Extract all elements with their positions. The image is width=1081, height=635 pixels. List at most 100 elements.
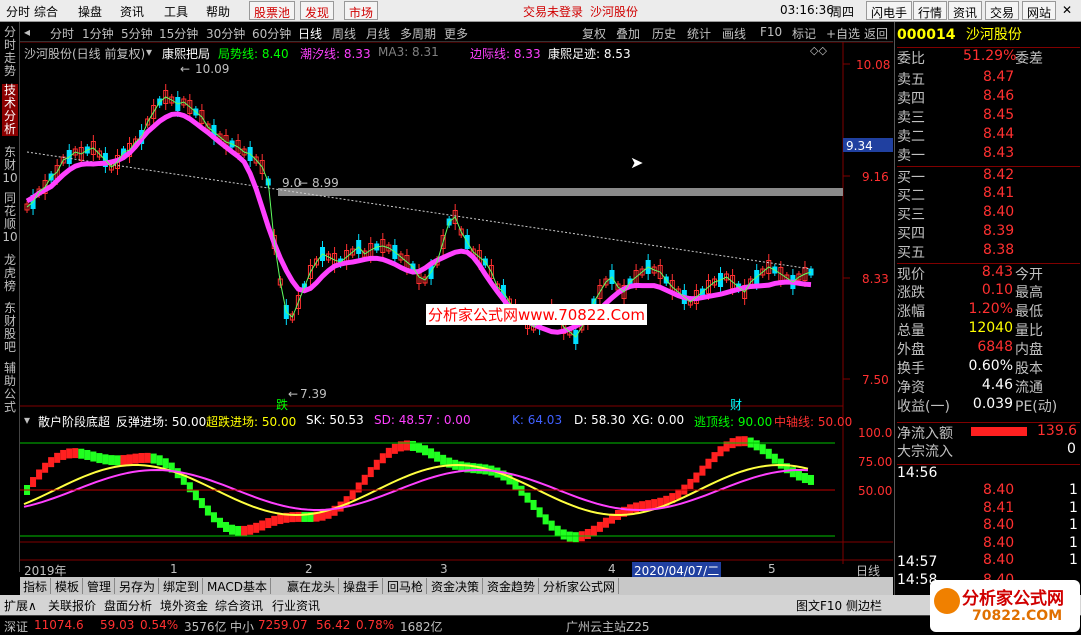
period-weekly[interactable]: 周线 [332,25,356,42]
menu-gongju[interactable]: 工具 [164,3,188,20]
ask-row[interactable]: 卖一 8.43 [897,145,1080,164]
status-related-quote[interactable]: 关联报价 [48,597,96,614]
menu-zixun[interactable]: 资讯 [120,3,144,20]
chart-area[interactable] [20,42,893,564]
trade-button[interactable]: 交易 [985,1,1020,20]
period-60min[interactable]: 60分钟 [252,25,291,42]
tab-longhubang[interactable]: 龙虎榜 [2,254,18,293]
sub-chart-title[interactable]: 散户阶段底超 [38,413,110,430]
tab-dongcai10[interactable]: 东财10 [2,146,18,185]
sub-bar [765,448,772,459]
indicator-tab[interactable]: MACD基本 [204,578,271,594]
website-button[interactable]: 网站 [1022,1,1057,20]
toolbar-history[interactable]: 历史 [652,25,676,42]
toolbar-draw[interactable]: 画线 [722,25,746,42]
index-name-2[interactable]: 中小 [230,618,254,635]
close-icon[interactable]: ✕ [1062,3,1072,17]
toolbar-overlay[interactable]: 叠加 [616,25,640,42]
mouse-cursor-icon: ➤ [630,153,644,172]
status-industry-news[interactable]: 行业资讯 [272,597,320,614]
tick-volume: 1 [1069,482,1078,498]
status-expand[interactable]: 扩展∧ [4,597,37,614]
bid-row[interactable]: 买二 8.41 [897,185,1080,204]
period-fenshi[interactable]: 分时 [50,25,74,42]
indicator-tab[interactable]: 资金决策 [428,578,484,594]
indicator-tab[interactable]: 模板 [52,578,84,594]
indicator-tab[interactable]: 资金趋势 [484,578,540,594]
status-foreign-funds[interactable]: 境外资金 [160,597,208,614]
tab-dongcai-guba[interactable]: 东财股吧 [2,302,18,354]
sub-bar [90,451,97,462]
toolbar-add-watch[interactable]: +自选 [826,25,860,42]
stat-value: 4.46 [981,377,1013,393]
bid-price: 8.40 [983,204,1015,220]
period-monthly[interactable]: 月线 [366,25,390,42]
indicator-tab[interactable]: 操盘手 [340,578,384,594]
legend-footprint: 康熙足迹: 8.53 [548,47,631,61]
quote-button[interactable]: 行情 [913,1,948,20]
period-multi[interactable]: 多周期 [400,25,436,42]
toolbar-fuquan[interactable]: 复权 [582,25,606,42]
signal-cai: 财 [730,398,743,412]
menu-caopan[interactable]: 操盘 [78,3,102,20]
toolbar-stats[interactable]: 统计 [687,25,711,42]
toolbar-back[interactable]: 返回 [864,25,888,42]
period-15min[interactable]: 15分钟 [159,25,198,42]
menu-bangzhu[interactable]: 帮助 [206,3,230,20]
bid-row[interactable]: 买四 8.39 [897,223,1080,242]
period-5min[interactable]: 5分钟 [121,25,153,42]
menu-zonghe[interactable]: 综合 [34,3,58,20]
ask-row[interactable]: 卖五 8.47 [897,69,1080,88]
resistance-band [278,188,843,196]
stock-pool-button[interactable]: 股票池 [249,1,296,20]
toolbar-f10[interactable]: F10 [760,25,782,39]
bid-row[interactable]: 买一 8.42 [897,166,1080,186]
toolbar-mark[interactable]: 标记 [792,25,816,42]
toolbar-left-arrow-icon[interactable]: ◂ [24,25,30,39]
stat-value: 0.60% [968,358,1013,374]
indicator-tab[interactable]: 指标 [20,578,52,594]
flash-hand-button[interactable]: 闪电手 [866,1,913,20]
menu-fenshi[interactable]: 分时 [6,3,30,20]
sub-legend-escape: 逃顶线: 90.00 [694,415,773,429]
sub-bar [428,448,435,459]
news-button[interactable]: 资讯 [948,1,983,20]
tab-tonghuashun10[interactable]: 同花顺10 [2,192,18,244]
market-button[interactable]: 市场 [344,1,379,20]
bid-row[interactable]: 买五 8.38 [897,242,1080,261]
indicator-tab[interactable]: 另存为 [116,578,160,594]
status-news[interactable]: 综合资讯 [215,597,263,614]
sub-bar [741,436,748,447]
status-market-analysis[interactable]: 盘面分析 [104,597,152,614]
tab-auxiliary-formula[interactable]: 辅助公式 [2,362,18,414]
period-1min[interactable]: 1分钟 [82,25,114,42]
ask-label: 卖三 [897,110,925,126]
indicator-tab[interactable]: 分析家公式网 [540,578,620,594]
login-notice[interactable]: 交易未登录 [523,3,583,20]
indicator-tab[interactable]: 回马枪 [384,578,428,594]
index-name-1[interactable]: 深证 [4,618,28,635]
sub-chart-dropdown-icon[interactable]: ▾ [24,413,30,427]
ask-row[interactable]: 卖四 8.46 [897,88,1080,107]
diamond-icon[interactable]: ◇◇ [810,44,827,57]
tab-fenshi-zoushi[interactable]: 分时走势 [2,26,18,78]
band-right-label: 8.99 [312,176,339,190]
chart-dropdown-icon[interactable]: ▾ [146,45,152,59]
indicator-tab[interactable]: 赢在龙头 [284,578,340,594]
period-daily[interactable]: 日线 [298,25,322,42]
tab-technical-analysis[interactable]: 技术分析 [2,84,18,136]
ask-row[interactable]: 卖三 8.45 [897,107,1080,126]
period-30min[interactable]: 30分钟 [206,25,245,42]
discover-button[interactable]: 发现 [300,1,335,20]
ask-row[interactable]: 卖二 8.44 [897,126,1080,145]
period-more[interactable]: 更多 [444,25,468,42]
bid-row[interactable]: 买三 8.40 [897,204,1080,223]
stat-label: 换手 [897,361,925,377]
weicha-label: 委差 [1015,51,1043,67]
sub-bar [84,449,91,460]
status-f10[interactable]: 图文F10 [796,597,842,614]
indicator-tab[interactable]: 绑定到 [160,578,204,594]
indicator-tab[interactable]: 管理 [84,578,116,594]
indicator-name[interactable]: 康熙把局 [162,45,210,62]
status-sidebar[interactable]: 侧边栏 [846,597,882,614]
